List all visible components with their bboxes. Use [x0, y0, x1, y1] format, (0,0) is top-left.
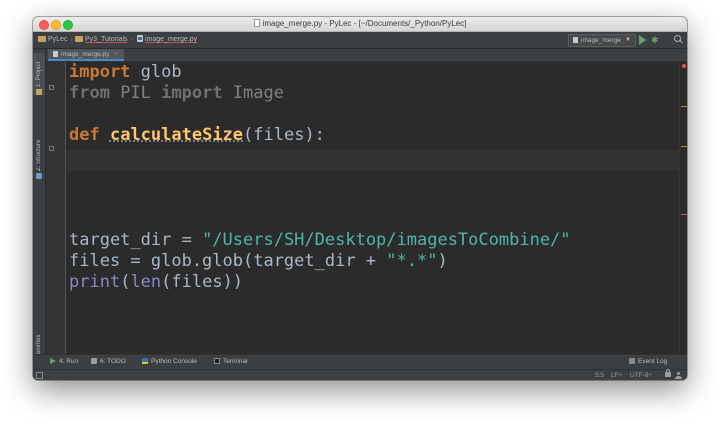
- code-editor[interactable]: import glob from PIL import Image def ca…: [66, 62, 679, 354]
- run-tool-button[interactable]: 4: Run: [50, 355, 78, 369]
- python-console-tool-button[interactable]: Python Console: [142, 355, 197, 369]
- event-log-tool-button[interactable]: Event Log: [629, 355, 667, 369]
- run-icon: [50, 358, 56, 364]
- search-icon[interactable]: [673, 34, 683, 46]
- breadcrumb-project[interactable]: PyLec ›: [38, 32, 73, 48]
- structure-icon: [36, 173, 42, 179]
- warning-marker[interactable]: [681, 146, 687, 147]
- fold-marker-icon[interactable]: [49, 85, 54, 90]
- warning-marker[interactable]: [681, 106, 687, 107]
- error-marker[interactable]: [681, 214, 687, 215]
- navigation-bar: PyLec › Py3_Tutorials › image_merge.py ima…: [33, 32, 687, 49]
- event-log-icon: [629, 358, 635, 364]
- lock-icon[interactable]: [665, 369, 671, 377]
- line-separator-select[interactable]: LF÷: [611, 370, 622, 380]
- tool-windows-toggle-icon[interactable]: [36, 372, 43, 379]
- file-icon: [253, 19, 260, 27]
- error-stripe[interactable]: [679, 62, 687, 354]
- code-text[interactable]: import glob from PIL import Image def ca…: [69, 62, 571, 293]
- code-line[interactable]: files = glob.glob(target_dir + "*.*"): [69, 251, 448, 271]
- code-line[interactable]: def calculateSize(files):: [69, 125, 325, 145]
- terminal-tool-button[interactable]: Terminal: [214, 355, 248, 369]
- window-title: image_merge.py - PyLec - [~/Documents/_P…: [33, 18, 687, 30]
- python-file-icon: [137, 35, 143, 42]
- chevron-down-icon: ▼: [625, 37, 631, 43]
- status-bar: 5:5 LF÷ UTF-8÷: [33, 369, 687, 380]
- run-configuration-select[interactable]: image_merge ▼: [568, 34, 636, 47]
- todo-icon: [91, 358, 97, 364]
- tool-window-bar: 4: Run 6: TODO Python Console Terminal E…: [33, 354, 687, 369]
- editor-tab-image-merge[interactable]: image_merge.py ×: [48, 49, 125, 61]
- fold-marker-icon[interactable]: [49, 146, 54, 151]
- code-line[interactable]: target_dir = "/Users/SH/Desktop/imagesTo…: [69, 230, 571, 250]
- error-indicator-icon[interactable]: [682, 64, 686, 68]
- terminal-icon: [214, 358, 220, 364]
- inspector-icon[interactable]: [675, 372, 683, 379]
- project-tool-tab[interactable]: 1: Project: [33, 53, 45, 95]
- caret-position[interactable]: 5:5: [595, 370, 604, 380]
- left-tool-strip: 1: Project Z: Structure ★2: Favorites: [33, 49, 46, 374]
- todo-tool-button[interactable]: 6: TODO: [91, 355, 126, 369]
- code-line[interactable]: print(len(files)): [69, 272, 243, 292]
- debug-icon[interactable]: ✱: [651, 34, 661, 46]
- ide-window: image_merge.py - PyLec - [~/Documents/_P…: [33, 17, 687, 380]
- encoding-select[interactable]: UTF-8÷: [630, 370, 652, 380]
- breadcrumb-file[interactable]: image_merge.py: [137, 32, 197, 48]
- folder-icon: [75, 36, 83, 42]
- breadcrumb-folder[interactable]: Py3_Tutorials ›: [75, 32, 133, 48]
- run-icon[interactable]: [639, 35, 646, 45]
- project-icon: [36, 89, 42, 95]
- title-bar: image_merge.py - PyLec - [~/Documents/_P…: [33, 17, 687, 32]
- python-file-icon: [573, 37, 578, 43]
- structure-tool-tab[interactable]: Z: Structure: [33, 135, 45, 179]
- folder-icon: [38, 36, 46, 42]
- python-console-icon: [142, 358, 148, 364]
- line-gutter[interactable]: [46, 62, 66, 354]
- close-tab-icon[interactable]: ×: [114, 51, 118, 58]
- code-line[interactable]: import glob: [69, 62, 182, 82]
- code-line[interactable]: from PIL import Image: [69, 83, 284, 103]
- python-file-icon: [53, 51, 58, 57]
- editor-tab-strip: image_merge.py ×: [46, 49, 687, 62]
